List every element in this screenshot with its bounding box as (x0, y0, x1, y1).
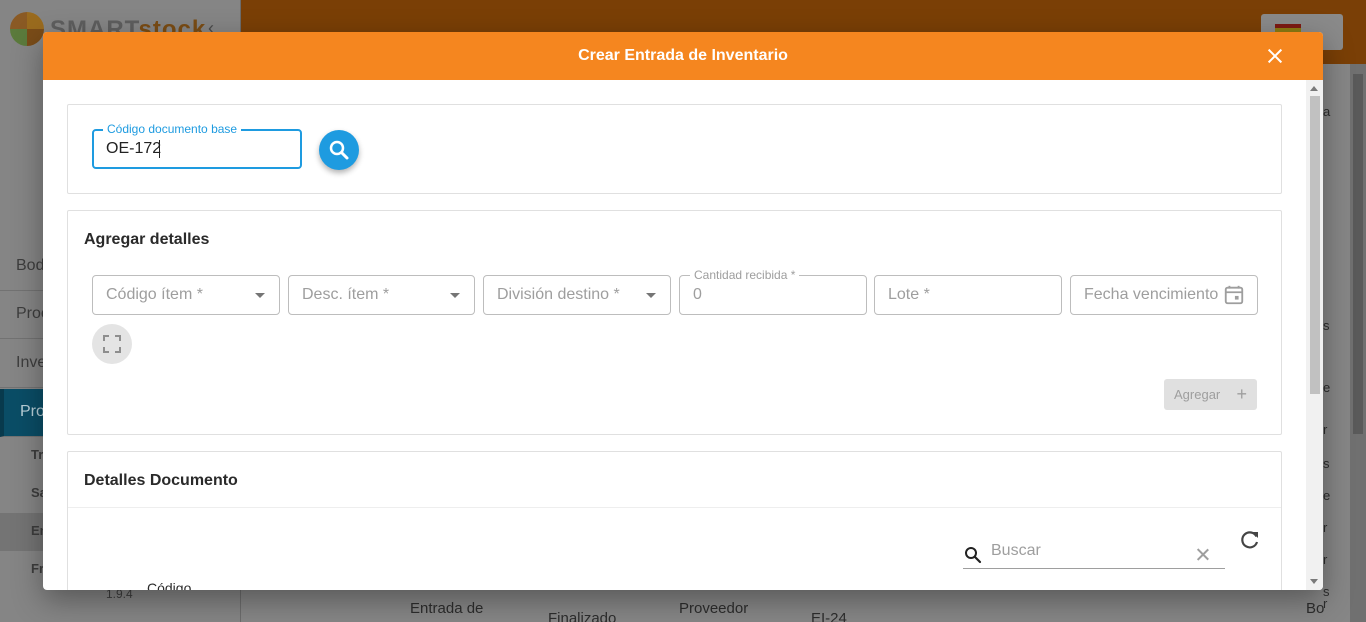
base-document-field[interactable]: Código documento base OE-172 (92, 122, 302, 169)
dialog-header: Crear Entrada de Inventario (43, 32, 1323, 80)
nav-item-label: Inve (16, 354, 47, 371)
dialog-body: Código documento base OE-172 Agregar det… (43, 80, 1305, 590)
scroll-down-arrow[interactable] (1310, 579, 1318, 584)
bg-table-edge-text: e (1323, 488, 1331, 503)
dialog-title: Crear Entrada de Inventario (578, 47, 788, 64)
bg-table-edge-text: s (1323, 456, 1330, 471)
plus-icon: + (1236, 384, 1247, 404)
column-header-code[interactable]: Código (147, 580, 191, 590)
expiry-date-placeholder: Fecha vencimiento (1084, 286, 1219, 303)
item-code-select[interactable]: Código ítem * (92, 275, 280, 315)
search-document-button[interactable] (319, 130, 359, 170)
calendar-icon[interactable] (1223, 284, 1245, 306)
fullscreen-button[interactable] (92, 324, 132, 364)
add-details-card: Agregar detalles Código ítem * Desc. íte… (67, 210, 1282, 435)
item-code-placeholder: Código ítem * (106, 286, 203, 303)
bg-table-edge-text: r (1323, 520, 1328, 535)
bg-table-edge-text: e (1323, 380, 1331, 395)
bg-table-edge-text: r (1323, 552, 1328, 567)
received-quantity-value: 0 (693, 286, 702, 303)
search-icon (965, 547, 982, 564)
add-detail-button[interactable]: Agregar + (1164, 379, 1257, 410)
sub-item-label: Tr (31, 447, 44, 462)
base-document-value: OE-172 (106, 140, 162, 157)
dialog-scrollbar[interactable] (1306, 80, 1323, 590)
received-quantity-field[interactable]: Cantidad recibida * 0 (679, 268, 867, 315)
fullscreen-icon (103, 335, 121, 353)
expiry-date-field[interactable]: Fecha vencimiento (1070, 275, 1258, 315)
dialog-scrollbar-thumb[interactable] (1310, 96, 1320, 394)
chevron-down-icon (255, 293, 265, 298)
bg-table-edge-text: r (1323, 596, 1328, 611)
base-document-card: Código documento base OE-172 (67, 104, 1282, 194)
bg-row-status: Finalizado (548, 610, 617, 622)
item-description-placeholder: Desc. ítem * (302, 286, 390, 303)
card-divider (68, 507, 1281, 508)
destination-division-select[interactable]: División destino * (483, 275, 671, 315)
bg-row-type: Entrada de (410, 600, 484, 617)
nav-item-label: Bod (16, 257, 45, 274)
app-logo (10, 12, 44, 46)
chevron-down-icon (450, 293, 460, 298)
lot-placeholder: Lote * (888, 286, 930, 303)
document-details-title: Detalles Documento (84, 472, 238, 489)
clear-icon[interactable] (1196, 547, 1210, 561)
refresh-icon[interactable] (1238, 528, 1262, 552)
create-inventory-entry-dialog: Crear Entrada de Inventario Código docum… (43, 32, 1323, 590)
bg-row-code: EI-24 (811, 610, 847, 622)
search-icon (329, 140, 349, 160)
base-document-label: Código documento base (103, 122, 242, 136)
scroll-up-arrow[interactable] (1310, 86, 1318, 91)
nav-item-label: Pro (20, 403, 45, 420)
text-cursor (159, 140, 160, 158)
bg-scrollbar[interactable] (1350, 64, 1366, 622)
table-search-field[interactable]: Buscar (963, 537, 1225, 569)
bg-table-edge-text: a (1323, 104, 1331, 119)
item-description-select[interactable]: Desc. ítem * (288, 275, 475, 315)
close-icon[interactable] (1263, 44, 1287, 68)
destination-division-placeholder: División destino * (497, 286, 620, 303)
table-search-placeholder: Buscar (991, 542, 1041, 559)
add-details-title: Agregar detalles (84, 231, 210, 248)
bg-row-warehouse: Bo (1306, 600, 1325, 617)
bg-table-edge-text: r (1323, 422, 1328, 437)
document-details-card: Detalles Documento Buscar Código (67, 451, 1282, 590)
bg-table-edge-text: s (1323, 318, 1330, 333)
chevron-down-icon (646, 293, 656, 298)
add-detail-label: Agregar (1174, 387, 1221, 402)
bg-row-origin: Proveedor (679, 600, 749, 617)
bg-scrollbar-thumb[interactable] (1353, 74, 1363, 434)
lot-field[interactable]: Lote * (874, 275, 1062, 315)
received-quantity-label: Cantidad recibida * (690, 268, 800, 282)
